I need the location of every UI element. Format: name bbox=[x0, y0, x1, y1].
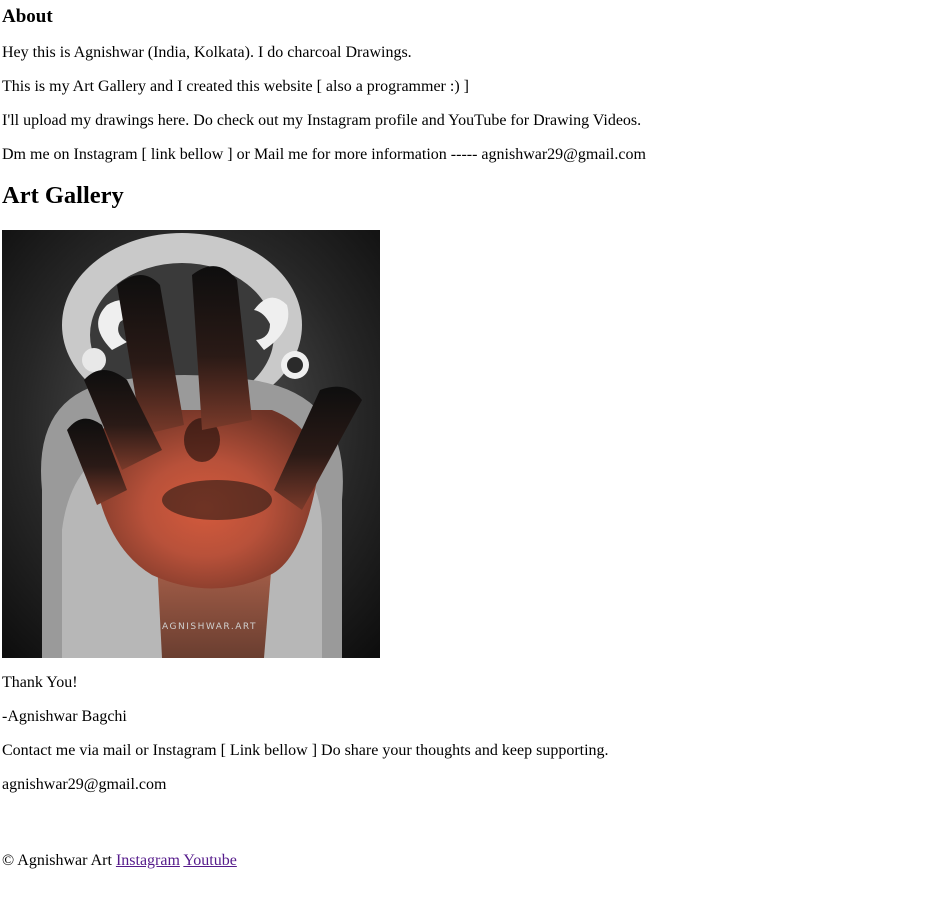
about-upload-text: I'll upload my drawings here. Do check o… bbox=[2, 112, 642, 129]
footer: © Agnishwar Art Instagram Youtube bbox=[2, 852, 932, 870]
email-text: agnishwar29@gmail.com bbox=[2, 776, 167, 793]
artwork-image: AGNISHWAR.ART bbox=[2, 230, 380, 658]
contact-text: Contact me via mail or Instagram [ Link … bbox=[2, 742, 609, 759]
gallery-heading: Art Gallery bbox=[2, 182, 124, 209]
signature-text: -Agnishwar Bagchi bbox=[2, 708, 127, 725]
thank-you-text: Thank You! bbox=[2, 674, 78, 691]
about-contact-text: Dm me on Instagram [ link bellow ] or Ma… bbox=[2, 146, 646, 163]
about-gallery-text: This is my Art Gallery and I created thi… bbox=[2, 78, 469, 95]
page-content: About Hey this is Agnishwar (India, Kolk… bbox=[2, 0, 932, 870]
youtube-link[interactable]: Youtube bbox=[183, 852, 237, 869]
instagram-link[interactable]: Instagram bbox=[116, 852, 180, 869]
artwork-watermark: AGNISHWAR.ART bbox=[162, 622, 257, 632]
copyright-text: © Agnishwar Art bbox=[2, 852, 112, 869]
about-heading: About bbox=[2, 6, 53, 27]
about-intro-text: Hey this is Agnishwar (India, Kolkata). … bbox=[2, 44, 412, 61]
